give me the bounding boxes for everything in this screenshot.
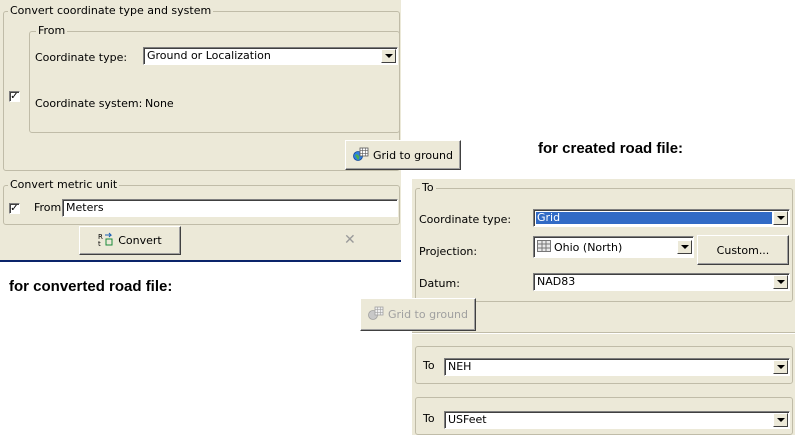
selection-highlight bbox=[536, 212, 772, 224]
convert-arrows-icon: R t bbox=[98, 232, 114, 249]
svg-text:t: t bbox=[98, 240, 101, 246]
grid-to-ground-button-disabled[interactable]: Grid to ground bbox=[360, 298, 476, 331]
right-coordinate-type-label: Coordinate type: bbox=[419, 213, 512, 226]
convert-label: Convert bbox=[118, 234, 162, 247]
datum-dropdown[interactable]: NAD83 bbox=[533, 273, 790, 291]
to-label-1: To bbox=[423, 359, 435, 372]
check-mark-icon: ✓ bbox=[10, 91, 19, 102]
custom-label: Custom... bbox=[716, 243, 770, 257]
globe-grid-icon bbox=[368, 306, 384, 323]
from-unit-dropdown[interactable]: Meters bbox=[62, 199, 398, 217]
bottom-accent-bar bbox=[0, 260, 401, 262]
right-coordinate-type-dropdown[interactable]: Grid bbox=[533, 209, 790, 227]
projection-label: Projection: bbox=[419, 245, 478, 258]
created-road-file-caption: for created road file: bbox=[538, 140, 684, 157]
chevron-down-icon[interactable] bbox=[677, 240, 692, 254]
close-icon[interactable]: ✕ bbox=[344, 232, 356, 248]
datum-value: NAD83 bbox=[537, 275, 576, 288]
projection-dropdown[interactable]: Ohio (North) bbox=[533, 236, 694, 258]
chevron-down-icon[interactable] bbox=[773, 360, 788, 374]
separator bbox=[412, 332, 795, 334]
grid-to-ground-label: Grid to ground bbox=[372, 148, 454, 162]
to-dropdown-1[interactable]: NEH bbox=[444, 358, 790, 376]
custom-button[interactable]: Custom... bbox=[697, 235, 789, 265]
convert-button[interactable]: R t Convert bbox=[79, 226, 181, 255]
coordinate-type-value: Ground or Localization bbox=[147, 49, 271, 62]
from-unit-checkbox[interactable]: ✓ bbox=[9, 203, 20, 214]
from-group-title: From bbox=[36, 24, 68, 37]
convert-metric-unit-group-title: Convert metric unit bbox=[8, 178, 120, 191]
converted-road-file-caption: for converted road file: bbox=[9, 278, 173, 295]
grid-to-ground-button[interactable]: Grid to ground bbox=[345, 140, 461, 170]
left-dialog-panel: Convert coordinate type and system From … bbox=[0, 0, 461, 262]
globe-grid-icon bbox=[353, 147, 369, 164]
projection-value: Ohio (North) bbox=[554, 241, 623, 254]
to-dropdown-2[interactable]: USFeet bbox=[444, 411, 790, 429]
convert-coordinate-group-title: Convert coordinate type and system bbox=[8, 4, 214, 17]
to-group-title: To bbox=[420, 181, 436, 194]
coordinate-system-checkbox[interactable]: ✓ bbox=[9, 91, 20, 102]
to-value-2: USFeet bbox=[448, 413, 487, 426]
from-unit-value: Meters bbox=[66, 201, 104, 214]
check-mark-icon: ✓ bbox=[10, 203, 19, 214]
coordinate-type-dropdown[interactable]: Ground or Localization bbox=[143, 47, 398, 65]
chevron-down-icon[interactable] bbox=[773, 413, 788, 427]
chevron-down-icon[interactable] bbox=[381, 49, 396, 63]
grid-table-icon bbox=[537, 240, 551, 255]
datum-label: Datum: bbox=[419, 277, 460, 290]
coordinate-system-label: Coordinate system: bbox=[35, 97, 143, 110]
chevron-down-icon[interactable] bbox=[773, 275, 788, 289]
coordinate-system-value: None bbox=[145, 97, 174, 110]
right-coordinate-type-value: Grid bbox=[537, 211, 561, 224]
from-unit-label: From bbox=[34, 201, 62, 214]
chevron-down-icon[interactable] bbox=[773, 211, 788, 225]
grid-to-ground-disabled-label: Grid to ground bbox=[387, 308, 469, 321]
to-value-1: NEH bbox=[448, 360, 472, 373]
coordinate-type-label: Coordinate type: bbox=[35, 51, 128, 64]
to-label-2: To bbox=[423, 412, 435, 425]
